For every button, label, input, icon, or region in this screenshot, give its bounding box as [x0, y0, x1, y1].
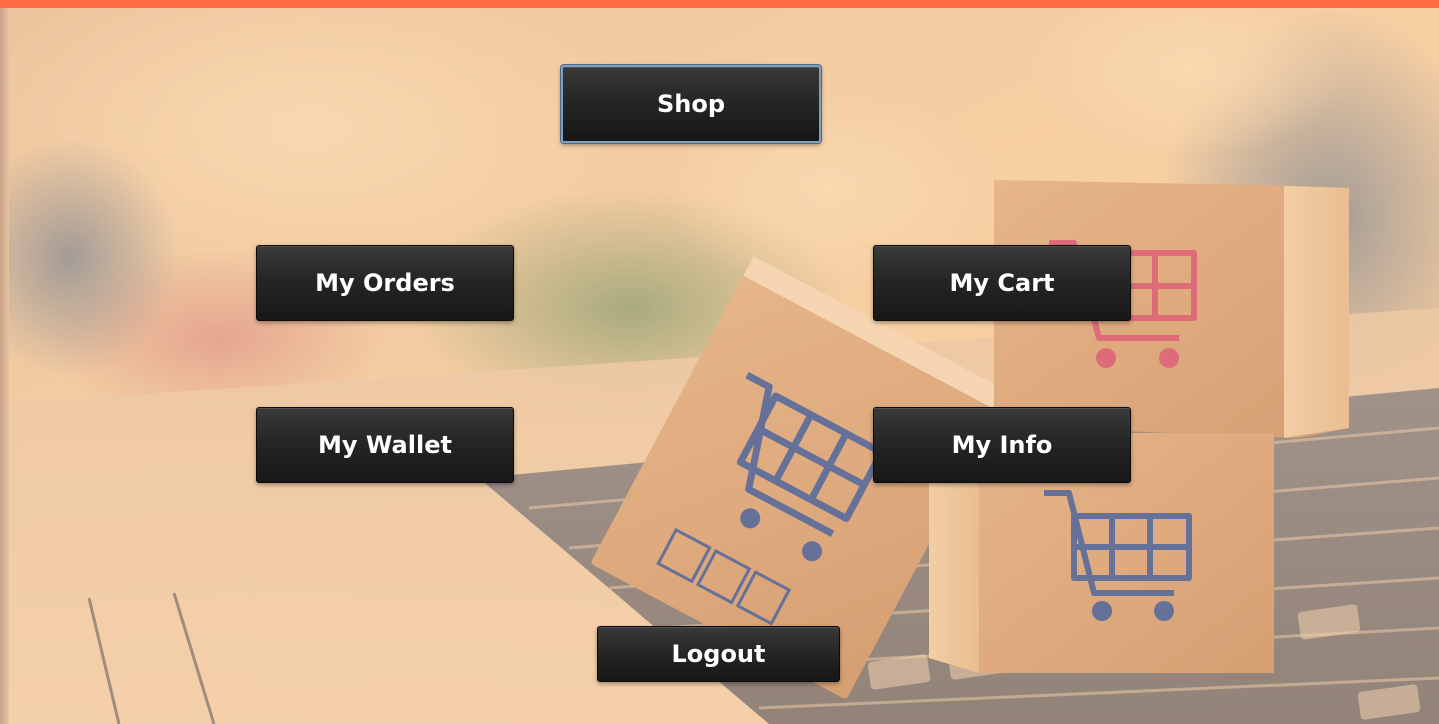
window-top-bar — [0, 0, 1439, 8]
my-info-button[interactable]: My Info — [873, 407, 1131, 483]
window-left-edge — [0, 8, 9, 724]
main-menu-window: Shop My Orders My Cart My Wallet My Info… — [0, 0, 1439, 724]
my-cart-button[interactable]: My Cart — [873, 245, 1131, 321]
logout-button[interactable]: Logout — [597, 626, 840, 682]
shop-button[interactable]: Shop — [561, 65, 821, 143]
my-wallet-button[interactable]: My Wallet — [256, 407, 514, 483]
my-orders-button[interactable]: My Orders — [256, 245, 514, 321]
